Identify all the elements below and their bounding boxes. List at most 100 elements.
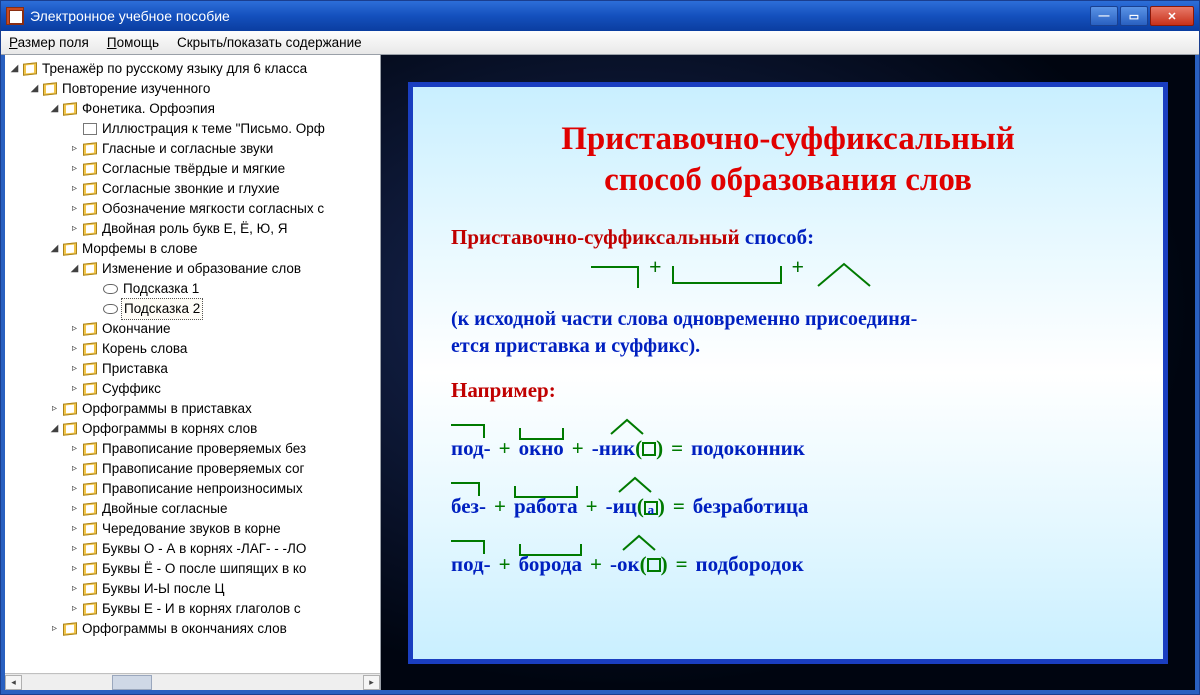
book-icon bbox=[83, 182, 97, 195]
titlebar: Электронное учебное пособие — ▭ ✕ bbox=[1, 1, 1199, 31]
slide-title: Приставочно-суффиксальный способ образов… bbox=[451, 119, 1125, 202]
book-icon bbox=[83, 562, 97, 575]
scroll-left-button[interactable]: ◂ bbox=[5, 675, 22, 690]
tree-item[interactable]: ◢Фонетика. Орфоэпия bbox=[45, 99, 380, 119]
tree-item-hint1[interactable]: Подсказка 1 bbox=[85, 279, 380, 299]
slide-subtitle: Приставочно-суффиксальный способ: bbox=[451, 225, 1125, 250]
horizontal-scrollbar[interactable]: ◂ ▸ bbox=[5, 673, 380, 690]
tree-item[interactable]: ◢Изменение и образование слов bbox=[65, 259, 380, 279]
client-area: ◢Тренажёр по русскому языку для 6 класса… bbox=[1, 55, 1199, 694]
prefix-symbol bbox=[591, 266, 639, 288]
tree-item[interactable]: ▹Чередование звуков в корне bbox=[65, 519, 380, 539]
tree-item[interactable]: ▹Гласные и согласные звуки bbox=[65, 139, 380, 159]
book-icon bbox=[83, 442, 97, 455]
tree-item[interactable]: ▹Буквы Е - И в корнях глаголов с bbox=[65, 599, 380, 619]
ex3-result: подбородок bbox=[696, 552, 804, 577]
ex2-suffix: -иц(а) bbox=[606, 476, 665, 519]
tree-item[interactable]: ▹Правописание проверяемых без bbox=[65, 439, 380, 459]
ending-box-icon bbox=[647, 558, 661, 572]
tree-item[interactable]: ▹Орфограммы в окончаниях слов bbox=[45, 619, 380, 639]
tree-item[interactable]: ▹Окончание bbox=[65, 319, 380, 339]
window-title: Электронное учебное пособие bbox=[30, 8, 1090, 24]
book-icon bbox=[63, 402, 77, 415]
scroll-thumb[interactable] bbox=[112, 675, 152, 690]
close-button[interactable]: ✕ bbox=[1150, 6, 1194, 26]
book-icon bbox=[63, 242, 77, 255]
window-controls: — ▭ ✕ bbox=[1090, 6, 1194, 26]
tree-item[interactable]: ▹Правописание непроизносимых bbox=[65, 479, 380, 499]
page-icon bbox=[83, 123, 97, 135]
ending-box-icon bbox=[642, 442, 656, 456]
book-icon bbox=[83, 262, 97, 275]
book-icon bbox=[83, 502, 97, 515]
book-icon bbox=[63, 622, 77, 635]
book-icon bbox=[83, 162, 97, 175]
tree-item[interactable]: ▹Правописание проверяемых сог bbox=[65, 459, 380, 479]
ex1-prefix: под- bbox=[451, 418, 491, 461]
ex1-root: окно bbox=[519, 418, 564, 461]
tree-item[interactable]: ▹Согласные твёрдые и мягкие bbox=[65, 159, 380, 179]
book-icon bbox=[83, 322, 97, 335]
book-icon bbox=[83, 382, 97, 395]
example-row-2: без- + работа + -иц(а) = безработица bbox=[451, 475, 1125, 519]
ex2-root: работа bbox=[514, 476, 578, 519]
hint-icon bbox=[103, 284, 118, 294]
tree-item[interactable]: ◢Повторение изученного bbox=[25, 79, 380, 99]
book-icon bbox=[83, 602, 97, 615]
book-icon bbox=[83, 362, 97, 375]
slide: Приставочно-суффиксальный способ образов… bbox=[408, 82, 1168, 664]
ex3-prefix: под- bbox=[451, 534, 491, 577]
tree-item[interactable]: ▹Согласные звонкие и глухие bbox=[65, 179, 380, 199]
ex3-root: борода bbox=[519, 534, 582, 577]
root-symbol bbox=[672, 266, 782, 284]
morpheme-formula: + + bbox=[591, 260, 1125, 288]
book-icon bbox=[83, 342, 97, 355]
tree-item[interactable]: ▹Приставка bbox=[65, 359, 380, 379]
tree-item[interactable]: ▹Орфограммы в приставках bbox=[45, 399, 380, 419]
tree-view[interactable]: ◢Тренажёр по русскому языку для 6 класса… bbox=[5, 55, 380, 673]
book-icon bbox=[83, 542, 97, 555]
tree-item-hint2-selected[interactable]: Подсказка 2 bbox=[85, 299, 380, 319]
book-icon bbox=[83, 522, 97, 535]
tree-item[interactable]: ▹Буквы И-Ы после Ц bbox=[65, 579, 380, 599]
book-icon bbox=[63, 422, 77, 435]
book-icon bbox=[83, 202, 97, 215]
book-icon bbox=[83, 582, 97, 595]
book-icon bbox=[83, 482, 97, 495]
suffix-symbol bbox=[814, 260, 874, 288]
minimize-button[interactable]: — bbox=[1090, 6, 1118, 26]
book-icon bbox=[83, 142, 97, 155]
ex1-suffix: -ник() bbox=[592, 418, 663, 461]
menu-field-size[interactable]: Размер поляdocument.currentScript.previo… bbox=[9, 35, 89, 50]
tree-item[interactable]: ▹Буквы О - А в корнях -ЛАГ- - -ЛО bbox=[65, 539, 380, 559]
app-icon bbox=[6, 7, 24, 25]
ex2-result: безработица bbox=[693, 494, 809, 519]
tree-item[interactable]: ▹Двойная роль букв Е, Ё, Ю, Я bbox=[65, 219, 380, 239]
tree-item[interactable]: ▹Обозначение мягкости согласных с bbox=[65, 199, 380, 219]
tree-item[interactable]: Иллюстрация к теме "Письмо. Орф bbox=[65, 119, 380, 139]
tree-root[interactable]: ◢Тренажёр по русскому языку для 6 класса bbox=[5, 59, 380, 79]
book-icon bbox=[83, 222, 97, 235]
hint-icon bbox=[103, 304, 118, 314]
tree-item[interactable]: ▹Суффикс bbox=[65, 379, 380, 399]
slide-note: (к исходной части слова одновременно при… bbox=[451, 306, 1125, 360]
menu-help[interactable]: Помощь bbox=[107, 35, 159, 50]
scroll-track[interactable] bbox=[22, 675, 363, 690]
toc-sidebar: ◢Тренажёр по русскому языку для 6 класса… bbox=[5, 55, 381, 690]
book-icon bbox=[23, 62, 37, 75]
book-icon bbox=[43, 82, 57, 95]
menubar: Размер поляdocument.currentScript.previo… bbox=[1, 31, 1199, 55]
content-pane: Приставочно-суффиксальный способ образов… bbox=[381, 55, 1195, 690]
book-icon bbox=[63, 102, 77, 115]
example-row-1: под- + окно + -ник() = подоконник bbox=[451, 417, 1125, 461]
ex1-result: подоконник bbox=[691, 436, 805, 461]
tree-item[interactable]: ▹Буквы Ё - О после шипящих в ко bbox=[65, 559, 380, 579]
tree-item[interactable]: ▹Корень слова bbox=[65, 339, 380, 359]
menu-toggle-toc[interactable]: Скрыть/показать содержание bbox=[177, 35, 362, 50]
maximize-button[interactable]: ▭ bbox=[1120, 6, 1148, 26]
ex3-suffix: -ок() bbox=[610, 534, 668, 577]
tree-item[interactable]: ◢Морфемы в слове bbox=[45, 239, 380, 259]
tree-item[interactable]: ▹Двойные согласные bbox=[65, 499, 380, 519]
scroll-right-button[interactable]: ▸ bbox=[363, 675, 380, 690]
tree-item[interactable]: ◢Орфограммы в корнях слов bbox=[45, 419, 380, 439]
